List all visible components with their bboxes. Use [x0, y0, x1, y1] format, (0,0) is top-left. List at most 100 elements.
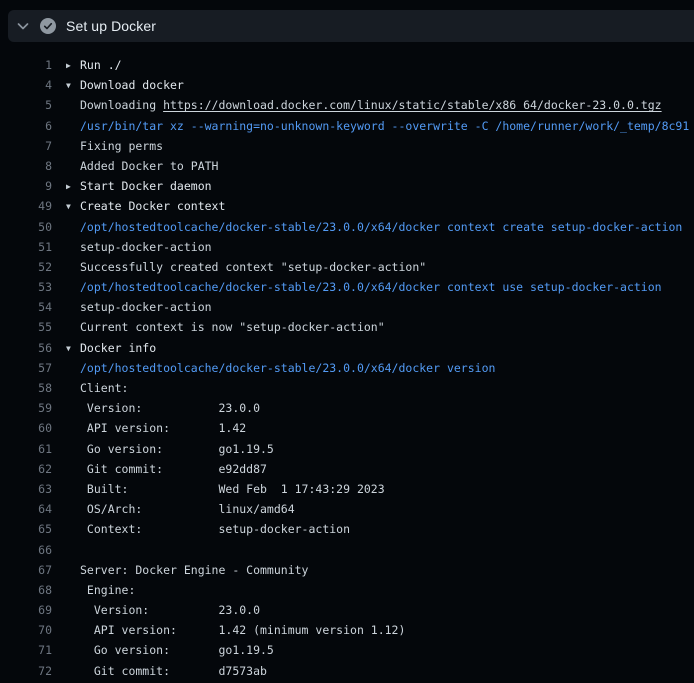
line-number[interactable]: 6 — [0, 116, 52, 136]
log-group-toggle[interactable]: ▶Run ./ — [66, 55, 122, 75]
line-number[interactable]: 50 — [0, 217, 52, 237]
line-number[interactable]: 61 — [0, 439, 52, 459]
triangle-collapsed-icon[interactable]: ▶ — [66, 177, 80, 196]
line-number[interactable]: 54 — [0, 297, 52, 317]
log-text: Fixing perms — [66, 136, 163, 156]
line-number[interactable]: 62 — [0, 459, 52, 479]
log-viewer: Set up Docker 1▶Run ./4▼Download docker5… — [0, 0, 694, 683]
log-line: 59 Version: 23.0.0 — [0, 398, 694, 418]
log-group-toggle[interactable]: ▼Create Docker context — [66, 196, 225, 216]
log-line: 72 Git commit: d7573ab — [0, 661, 694, 681]
line-number[interactable]: 68 — [0, 580, 52, 600]
log-line: 55Current context is now "setup-docker-a… — [0, 317, 694, 337]
log-text: Client: — [66, 378, 128, 398]
log-line: 54 setup-docker-action — [0, 297, 694, 317]
log-line: 4 ▼Download docker — [0, 75, 694, 95]
log-line: 57/opt/hostedtoolcache/docker-stable/23.… — [0, 358, 694, 378]
line-number[interactable]: 53 — [0, 277, 52, 297]
log-group-toggle[interactable]: ▶Start Docker daemon — [66, 176, 212, 196]
line-number[interactable]: 5 — [0, 95, 52, 115]
line-number[interactable]: 65 — [0, 519, 52, 539]
line-number[interactable]: 4 — [0, 75, 52, 95]
chevron-down-icon[interactable] — [15, 18, 31, 34]
log-group-title: Run ./ — [80, 58, 122, 72]
line-number[interactable]: 70 — [0, 620, 52, 640]
log-group-title: Create Docker context — [80, 199, 225, 213]
line-number[interactable]: 49 — [0, 196, 52, 216]
line-number[interactable]: 63 — [0, 479, 52, 499]
log-command-text: /opt/hostedtoolcache/docker-stable/23.0.… — [66, 358, 495, 378]
log-text: Git commit: d7573ab — [66, 661, 267, 681]
log-text: Git commit: e92dd87 — [66, 459, 267, 479]
log-line: 70 API version: 1.42 (minimum version 1.… — [0, 620, 694, 640]
triangle-collapsed-icon[interactable]: ▶ — [66, 56, 80, 75]
log-lines: 1▶Run ./4▼Download docker5Downloading ht… — [0, 55, 694, 681]
line-number[interactable]: 8 — [0, 156, 52, 176]
triangle-expanded-icon[interactable]: ▼ — [66, 76, 80, 95]
line-number[interactable]: 56 — [0, 338, 52, 358]
log-line: 51setup-docker-action — [0, 237, 694, 257]
line-number[interactable]: 64 — [0, 499, 52, 519]
line-number[interactable]: 60 — [0, 418, 52, 438]
log-text: Built: Wed Feb 1 17:43:29 2023 — [66, 479, 385, 499]
line-number[interactable]: 52 — [0, 257, 52, 277]
log-line: 1 ▶Run ./ — [0, 55, 694, 75]
log-line: 7 Fixing perms — [0, 136, 694, 156]
log-line: 61 Go version: go1.19.5 — [0, 439, 694, 459]
log-text — [66, 540, 80, 560]
log-text: setup-docker-action — [66, 297, 212, 317]
log-group-title: Docker info — [80, 341, 156, 355]
line-number[interactable]: 72 — [0, 661, 52, 681]
line-number[interactable]: 71 — [0, 640, 52, 660]
log-group-title: Start Docker daemon — [80, 179, 212, 193]
log-text: Version: 23.0.0 — [66, 600, 260, 620]
triangle-expanded-icon[interactable]: ▼ — [66, 339, 80, 358]
log-line: 66 — [0, 540, 694, 560]
log-text: Context: setup-docker-action — [66, 519, 350, 539]
log-text-prefix: Downloading — [80, 98, 163, 112]
log-line: 49 ▼Create Docker context — [0, 196, 694, 216]
log-text: Go version: go1.19.5 — [66, 640, 274, 660]
log-line: 5 Downloading https://download.docker.com… — [0, 95, 694, 115]
log-line: 64 OS/Arch: linux/amd64 — [0, 499, 694, 519]
log-line: 6/usr/bin/tar xz --warning=no-unknown-ke… — [0, 116, 694, 136]
log-command-text: /usr/bin/tar xz --warning=no-unknown-key… — [66, 116, 689, 136]
line-number[interactable]: 51 — [0, 237, 52, 257]
line-number[interactable]: 67 — [0, 560, 52, 580]
log-line: 69 Version: 23.0.0 — [0, 600, 694, 620]
triangle-expanded-icon[interactable]: ▼ — [66, 197, 80, 216]
line-number[interactable]: 58 — [0, 378, 52, 398]
line-number[interactable]: 9 — [0, 176, 52, 196]
line-number[interactable]: 69 — [0, 600, 52, 620]
log-line: 58 Client: — [0, 378, 694, 398]
log-text: Downloading https://download.docker.com/… — [66, 95, 662, 115]
log-text: Engine: — [66, 580, 135, 600]
log-line: 71 Go version: go1.19.5 — [0, 640, 694, 660]
log-text: Server: Docker Engine - Community — [66, 560, 308, 580]
log-text: Go version: go1.19.5 — [66, 439, 274, 459]
log-text: Version: 23.0.0 — [66, 398, 260, 418]
step-title: Set up Docker — [66, 18, 156, 34]
line-number[interactable]: 55 — [0, 317, 52, 337]
log-line: 50/opt/hostedtoolcache/docker-stable/23.… — [0, 217, 694, 237]
log-line: 63 Built: Wed Feb 1 17:43:29 2023 — [0, 479, 694, 499]
log-group-title: Download docker — [80, 78, 184, 92]
log-group-toggle[interactable]: ▼Download docker — [66, 75, 184, 95]
log-text: Added Docker to PATH — [66, 156, 218, 176]
log-group-toggle[interactable]: ▼Docker info — [66, 338, 156, 358]
log-url-link[interactable]: https://download.docker.com/linux/static… — [163, 98, 662, 112]
line-number[interactable]: 7 — [0, 136, 52, 156]
log-line: 60 API version: 1.42 — [0, 418, 694, 438]
log-line: 53/opt/hostedtoolcache/docker-stable/23.… — [0, 277, 694, 297]
log-text: Successfully created context "setup-dock… — [66, 257, 426, 277]
log-text: API version: 1.42 (minimum version 1.12) — [66, 620, 405, 640]
log-line: 56 ▼Docker info — [0, 338, 694, 358]
line-number[interactable]: 57 — [0, 358, 52, 378]
step-header[interactable]: Set up Docker — [8, 10, 694, 42]
line-number[interactable]: 59 — [0, 398, 52, 418]
log-command-text: /opt/hostedtoolcache/docker-stable/23.0.… — [66, 277, 662, 297]
line-number[interactable]: 1 — [0, 55, 52, 75]
log-line: 8 Added Docker to PATH — [0, 156, 694, 176]
log-line: 52 Successfully created context "setup-do… — [0, 257, 694, 277]
line-number[interactable]: 66 — [0, 540, 52, 560]
